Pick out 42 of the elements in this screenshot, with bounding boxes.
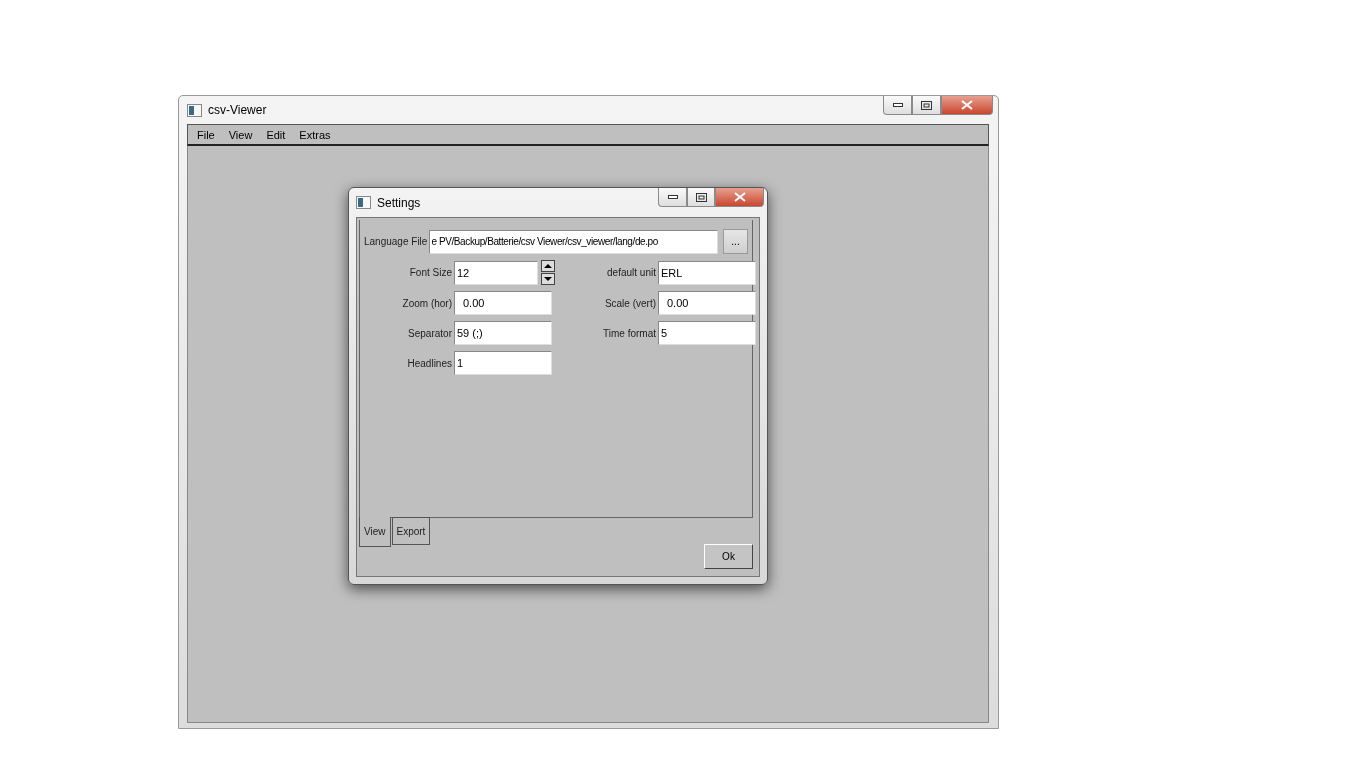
close-button[interactable] [941,96,993,115]
field-label: default unit [606,267,656,278]
maximize-icon [695,192,707,202]
input-field[interactable]: 12 [454,260,538,285]
field-label: Time format [602,327,656,339]
menu-item[interactable]: View [221,128,260,141]
spin-up-icon[interactable] [541,260,555,272]
minimize-icon [667,195,678,199]
minimize-button[interactable] [658,188,687,207]
window-title: csv-Viewer [208,103,267,117]
maximize-button[interactable] [687,188,715,207]
input-field[interactable]: 1 [454,351,552,375]
close-button[interactable] [715,188,764,207]
close-icon [733,192,746,202]
tab[interactable]: View [359,517,391,547]
field-label: Headlines [406,357,452,369]
input-field[interactable]: 0.00 [454,291,552,315]
minimize-icon [892,103,903,107]
maximize-button[interactable] [912,96,941,115]
field-label: Scale (vert) [603,297,656,309]
field-label: Separator [407,327,452,339]
input-field[interactable]: e PV/Backup/Batterie/csv Viewer/csv_viewer/lang/de.po [429,229,718,254]
minimize-button[interactable] [883,96,912,115]
field-label: Language File [364,236,428,247]
browse-button[interactable]: ... [723,229,748,254]
app-icon [356,196,371,209]
app-icon [187,103,202,117]
menu-item[interactable]: Edit [259,128,293,141]
ok-button[interactable]: Ok [704,544,753,569]
input-field[interactable]: 5 [658,321,756,345]
close-icon [961,100,973,110]
field-label: Font Size [408,267,452,278]
tab[interactable]: Export [391,517,431,545]
menu-item[interactable]: File [190,128,222,141]
dialog-title: Settings [377,195,421,210]
input-field[interactable]: 0.00 [658,291,756,315]
spin-down-icon[interactable] [541,273,555,285]
maximize-icon [921,100,932,110]
input-field[interactable]: 59 (;) [454,321,552,345]
menu-item[interactable]: Extras [292,128,338,141]
input-field[interactable]: ERL [658,260,756,285]
field-label: Zoom (hor) [401,297,452,309]
